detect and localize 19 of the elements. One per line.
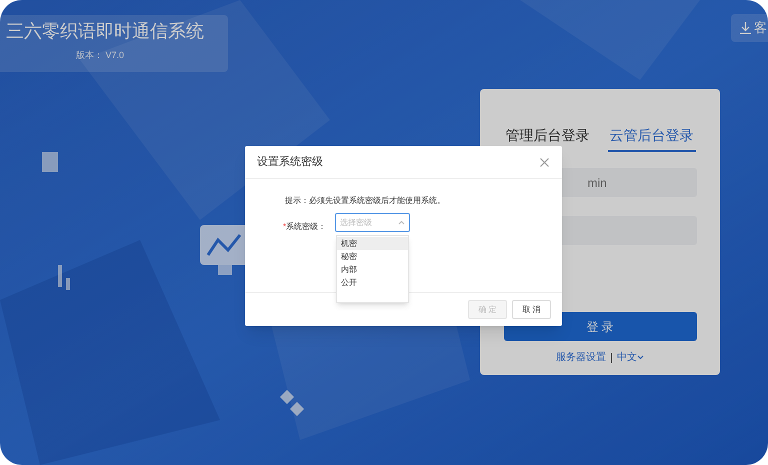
close-button[interactable]: [538, 156, 550, 168]
chevron-down-icon: [637, 355, 644, 360]
dialog-title: 设置系统密级: [257, 154, 323, 170]
cancel-button[interactable]: 取 消: [512, 300, 551, 319]
language-link[interactable]: 中文: [617, 350, 644, 365]
app-title: 三六零织语即时通信系统: [5, 20, 205, 43]
close-icon: [540, 158, 548, 166]
dropdown-option[interactable]: 机密: [337, 237, 408, 250]
field-label: *系统密级：: [283, 221, 326, 233]
dropdown-option[interactable]: 秘密: [337, 250, 408, 263]
version-label: 版本： V7.0: [75, 49, 126, 62]
server-settings-link[interactable]: 服务器设置: [556, 350, 606, 365]
hint-text: 提示：必须先设置系统密级后才能使用系统。: [285, 195, 445, 207]
download-icon: [740, 22, 751, 34]
dropdown-option[interactable]: 公开: [337, 276, 408, 289]
dropdown-option[interactable]: 内部: [337, 263, 408, 276]
login-tab[interactable]: 云管后台登录: [608, 125, 696, 152]
chevron-up-icon: [398, 220, 405, 225]
login-tab[interactable]: 管理后台登录: [504, 125, 592, 152]
